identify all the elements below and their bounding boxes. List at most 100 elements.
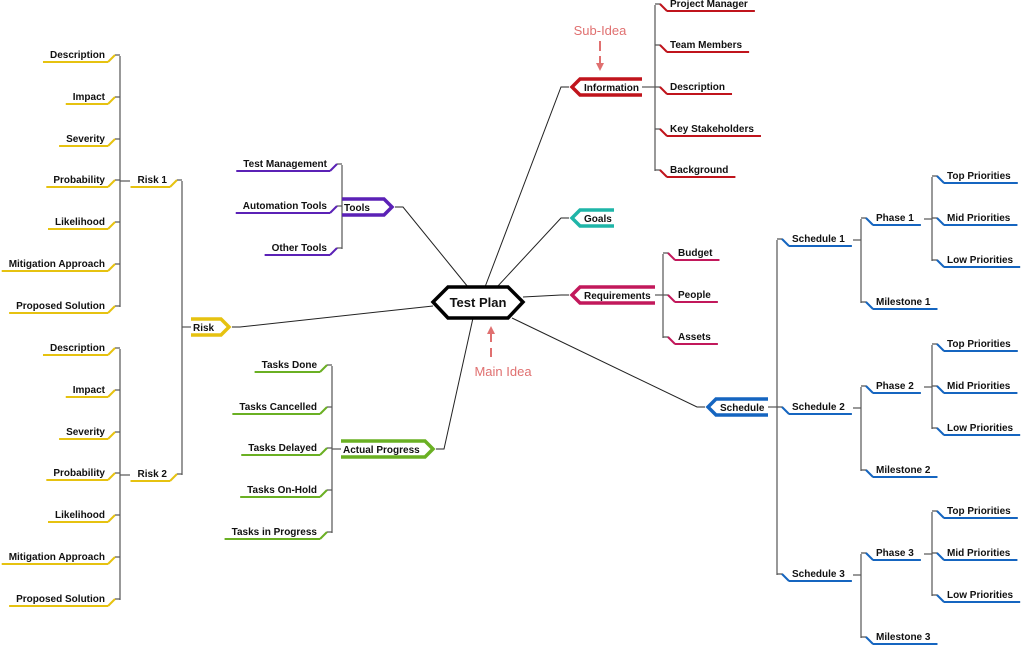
milestone-3[interactable]: Milestone 3 — [861, 632, 938, 645]
risk-1-description[interactable]: Description — [42, 50, 120, 63]
requirement-assets[interactable]: Assets — [663, 332, 718, 345]
phase-3-mid-priorities[interactable]: Mid Priorities — [932, 548, 1018, 561]
progress-tasks-cancelled[interactable]: Tasks Cancelled — [232, 402, 332, 415]
risk-2-description[interactable]: Description — [42, 343, 120, 356]
root-node[interactable]: Test Plan — [430, 285, 526, 320]
branch-label: Tools — [344, 203, 370, 214]
milestone-2[interactable]: Milestone 2 — [861, 465, 938, 478]
node-hook-slant — [936, 552, 945, 561]
node-hook-slant — [865, 469, 874, 478]
node-label: Team Members — [670, 40, 743, 51]
node-hook-slant — [107, 305, 116, 314]
node-label: Impact — [73, 92, 106, 103]
connector-layer — [119, 5, 933, 638]
connector-requirements — [522, 294, 569, 298]
risk-2[interactable]: Risk 2 — [130, 469, 182, 482]
info-item-key-stakeholders[interactable]: Key Stakeholders — [655, 124, 761, 137]
node-hook-slant — [781, 238, 790, 247]
phase-3[interactable]: Phase 3 — [861, 548, 921, 561]
node-hook-slant — [329, 205, 338, 214]
phase-2-top-priorities[interactable]: Top Priorities — [932, 339, 1018, 352]
node-label: Tasks Cancelled — [239, 402, 317, 413]
node-hook-slant — [865, 301, 874, 310]
branch-schedule[interactable]: Schedule — [705, 397, 768, 417]
info-item-project-manager[interactable]: Project Manager — [655, 0, 755, 12]
node-label: Tasks On-Hold — [247, 485, 317, 496]
info-item-background[interactable]: Background — [655, 165, 736, 178]
requirement-budget[interactable]: Budget — [663, 248, 720, 261]
node-label: Top Priorities — [947, 339, 1011, 350]
root-label: Test Plan — [450, 295, 507, 310]
risk-2-likelihood[interactable]: Likelihood — [48, 510, 120, 523]
branch-requirements[interactable]: Requirements — [569, 285, 655, 305]
schedule-1[interactable]: Schedule 1 — [777, 234, 852, 247]
risk-1-likelihood[interactable]: Likelihood — [48, 217, 120, 230]
branch-actual-progress[interactable]: Actual Progress — [341, 439, 436, 459]
node-label: Phase 1 — [876, 213, 914, 224]
phase-1-low-priorities[interactable]: Low Priorities — [932, 255, 1021, 268]
risk-2-proposed-solution[interactable]: Proposed Solution — [9, 594, 120, 607]
branch-risk[interactable]: Risk — [191, 317, 232, 337]
phase-3-low-priorities[interactable]: Low Priorities — [932, 590, 1021, 603]
phase-1-top-priorities[interactable]: Top Priorities — [932, 171, 1018, 184]
progress-tasks-in-progress[interactable]: Tasks in Progress — [224, 527, 332, 540]
node-label: Low Priorities — [947, 590, 1014, 601]
node-label: Top Priorities — [947, 506, 1011, 517]
risk-2-mitigation-approach[interactable]: Mitigation Approach — [1, 552, 120, 565]
phase-1-mid-priorities[interactable]: Mid Priorities — [932, 213, 1018, 226]
risk-1-mitigation-approach[interactable]: Mitigation Approach — [1, 259, 120, 272]
branch-label: Information — [584, 83, 639, 94]
tool-test-management[interactable]: Test Management — [236, 159, 342, 172]
phase-1[interactable]: Phase 1 — [861, 213, 921, 226]
node-label: Milestone 3 — [876, 632, 931, 643]
requirement-people[interactable]: People — [663, 290, 718, 303]
node-hook-slant — [107, 514, 116, 523]
milestone-1[interactable]: Milestone 1 — [861, 297, 938, 310]
sub-idea-label: Sub-Idea — [574, 23, 628, 38]
branch-label: Risk — [193, 323, 215, 334]
node-label: Likelihood — [55, 510, 105, 521]
progress-tasks-done[interactable]: Tasks Done — [254, 360, 332, 373]
node-hook-slant — [107, 54, 116, 63]
connector-tools — [395, 206, 469, 288]
connector-information — [484, 86, 569, 288]
node-label: Description — [670, 82, 725, 93]
risk-1-impact[interactable]: Impact — [65, 92, 120, 105]
progress-tasks-on-hold[interactable]: Tasks On-Hold — [240, 485, 332, 498]
node-label: Low Priorities — [947, 255, 1014, 266]
node-hook-slant — [169, 473, 178, 482]
info-item-team-members[interactable]: Team Members — [655, 40, 750, 53]
risk-1-proposed-solution[interactable]: Proposed Solution — [9, 301, 120, 314]
node-label: Risk 1 — [138, 175, 168, 186]
schedule-2[interactable]: Schedule 2 — [777, 402, 852, 415]
risk-2-severity[interactable]: Severity — [59, 427, 120, 440]
branch-tools[interactable]: Tools — [342, 197, 395, 217]
risk-1[interactable]: Risk 1 — [130, 175, 182, 188]
branch-goals[interactable]: Goals — [569, 208, 614, 228]
node-layer: Tasks in Progress Information Project Mana… — [1, 0, 1021, 645]
node-label: Impact — [73, 385, 106, 396]
tool-other-tools[interactable]: Other Tools — [264, 243, 342, 256]
phase-2-low-priorities[interactable]: Low Priorities — [932, 423, 1021, 436]
phase-2[interactable]: Phase 2 — [861, 381, 921, 394]
node-label: Probability — [53, 468, 105, 479]
risk-1-severity[interactable]: Severity — [59, 134, 120, 147]
phase-2-mid-priorities[interactable]: Mid Priorities — [932, 381, 1018, 394]
node-label: Tasks Done — [262, 360, 318, 371]
tool-automation-tools[interactable]: Automation Tools — [235, 201, 342, 214]
schedule-3[interactable]: Schedule 3 — [777, 569, 852, 582]
info-item-description[interactable]: Description — [655, 82, 733, 95]
mind-map-canvas: Tasks in Progress Information Project Mana… — [1, 0, 1021, 645]
node-label: Low Priorities — [947, 423, 1014, 434]
risk-1-probability[interactable]: Probability — [46, 175, 120, 188]
risk-2-probability[interactable]: Probability — [46, 468, 120, 481]
risk-2-impact[interactable]: Impact — [65, 385, 120, 398]
node-hook-slant — [107, 96, 116, 105]
node-hook-slant — [319, 406, 328, 415]
node-hook-slant — [865, 636, 874, 645]
branch-label: Schedule — [720, 403, 765, 414]
node-label: Description — [50, 50, 105, 61]
phase-3-top-priorities[interactable]: Top Priorities — [932, 506, 1018, 519]
progress-tasks-delayed[interactable]: Tasks Delayed — [241, 443, 332, 456]
branch-information[interactable]: Information — [569, 77, 642, 97]
